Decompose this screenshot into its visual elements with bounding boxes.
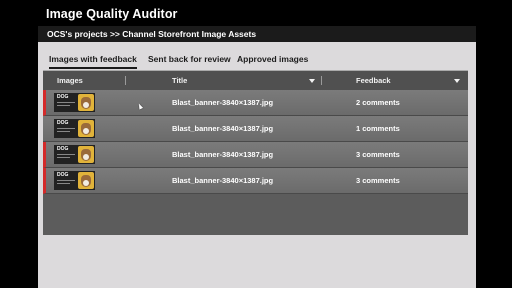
feedback-count: 3 comments	[356, 176, 400, 185]
table-header: Images Title Feedback	[43, 71, 468, 90]
image-title: Blast_banner-3840×1387.jpg	[172, 176, 274, 185]
breadcrumb[interactable]: OCS's projects >> Channel Storefront Ima…	[47, 29, 256, 39]
image-thumbnail[interactable]: DOG	[54, 171, 95, 190]
dog-image	[78, 146, 94, 163]
thumbnail-text: DOG	[57, 172, 69, 178]
thumbnail-line	[57, 157, 70, 158]
tab-sent-back-for-review[interactable]: Sent back for review	[148, 54, 231, 70]
image-thumbnail[interactable]: DOG	[54, 93, 95, 112]
images-table: Images Title Feedback DOG Blast_banner-3…	[43, 71, 468, 235]
thumbnail-text: DOG	[57, 146, 69, 152]
table-row[interactable]: DOG Blast_banner-3840×1387.jpg 3 comment…	[43, 142, 468, 168]
table-row[interactable]: DOG Blast_banner-3840×1387.jpg 1 comment…	[43, 116, 468, 142]
thumbnail-line	[57, 131, 70, 132]
image-thumbnail[interactable]: DOG	[54, 119, 95, 138]
thumbnail-line	[57, 180, 75, 181]
table-row[interactable]: DOG Blast_banner-3840×1387.jpg 3 comment…	[43, 168, 468, 194]
column-separator	[321, 76, 322, 85]
image-title: Blast_banner-3840×1387.jpg	[172, 124, 274, 133]
sort-title-icon[interactable]	[309, 79, 315, 83]
column-header-feedback[interactable]: Feedback	[356, 76, 391, 85]
image-thumbnail[interactable]: DOG	[54, 145, 95, 164]
thumbnail-text: DOG	[57, 94, 69, 100]
column-header-images: Images	[57, 76, 83, 85]
breadcrumb-bar: OCS's projects >> Channel Storefront Ima…	[38, 26, 476, 42]
thumbnail-text: DOG	[57, 120, 69, 126]
sort-feedback-icon[interactable]	[454, 79, 460, 83]
column-header-title[interactable]: Title	[172, 76, 187, 85]
thumbnail-line	[57, 154, 75, 155]
feedback-count: 3 comments	[356, 150, 400, 159]
dog-image	[78, 120, 94, 137]
app-title: Image Quality Auditor	[46, 7, 178, 21]
dog-image	[78, 172, 94, 189]
feedback-count: 2 comments	[356, 98, 400, 107]
thumbnail-line	[57, 128, 75, 129]
image-title: Blast_banner-3840×1387.jpg	[172, 98, 274, 107]
dog-image	[78, 94, 94, 111]
main-panel: Images with feedback Sent back for revie…	[38, 42, 476, 288]
thumbnail-line	[57, 105, 70, 106]
thumbnail-line	[57, 183, 70, 184]
column-separator	[125, 76, 126, 85]
thumbnail-line	[57, 102, 75, 103]
tab-approved-images[interactable]: Approved images	[237, 54, 308, 70]
tab-images-with-feedback[interactable]: Images with feedback	[49, 54, 137, 69]
feedback-count: 1 comments	[356, 124, 400, 133]
table-row[interactable]: DOG Blast_banner-3840×1387.jpg 2 comment…	[43, 90, 468, 116]
image-title: Blast_banner-3840×1387.jpg	[172, 150, 274, 159]
